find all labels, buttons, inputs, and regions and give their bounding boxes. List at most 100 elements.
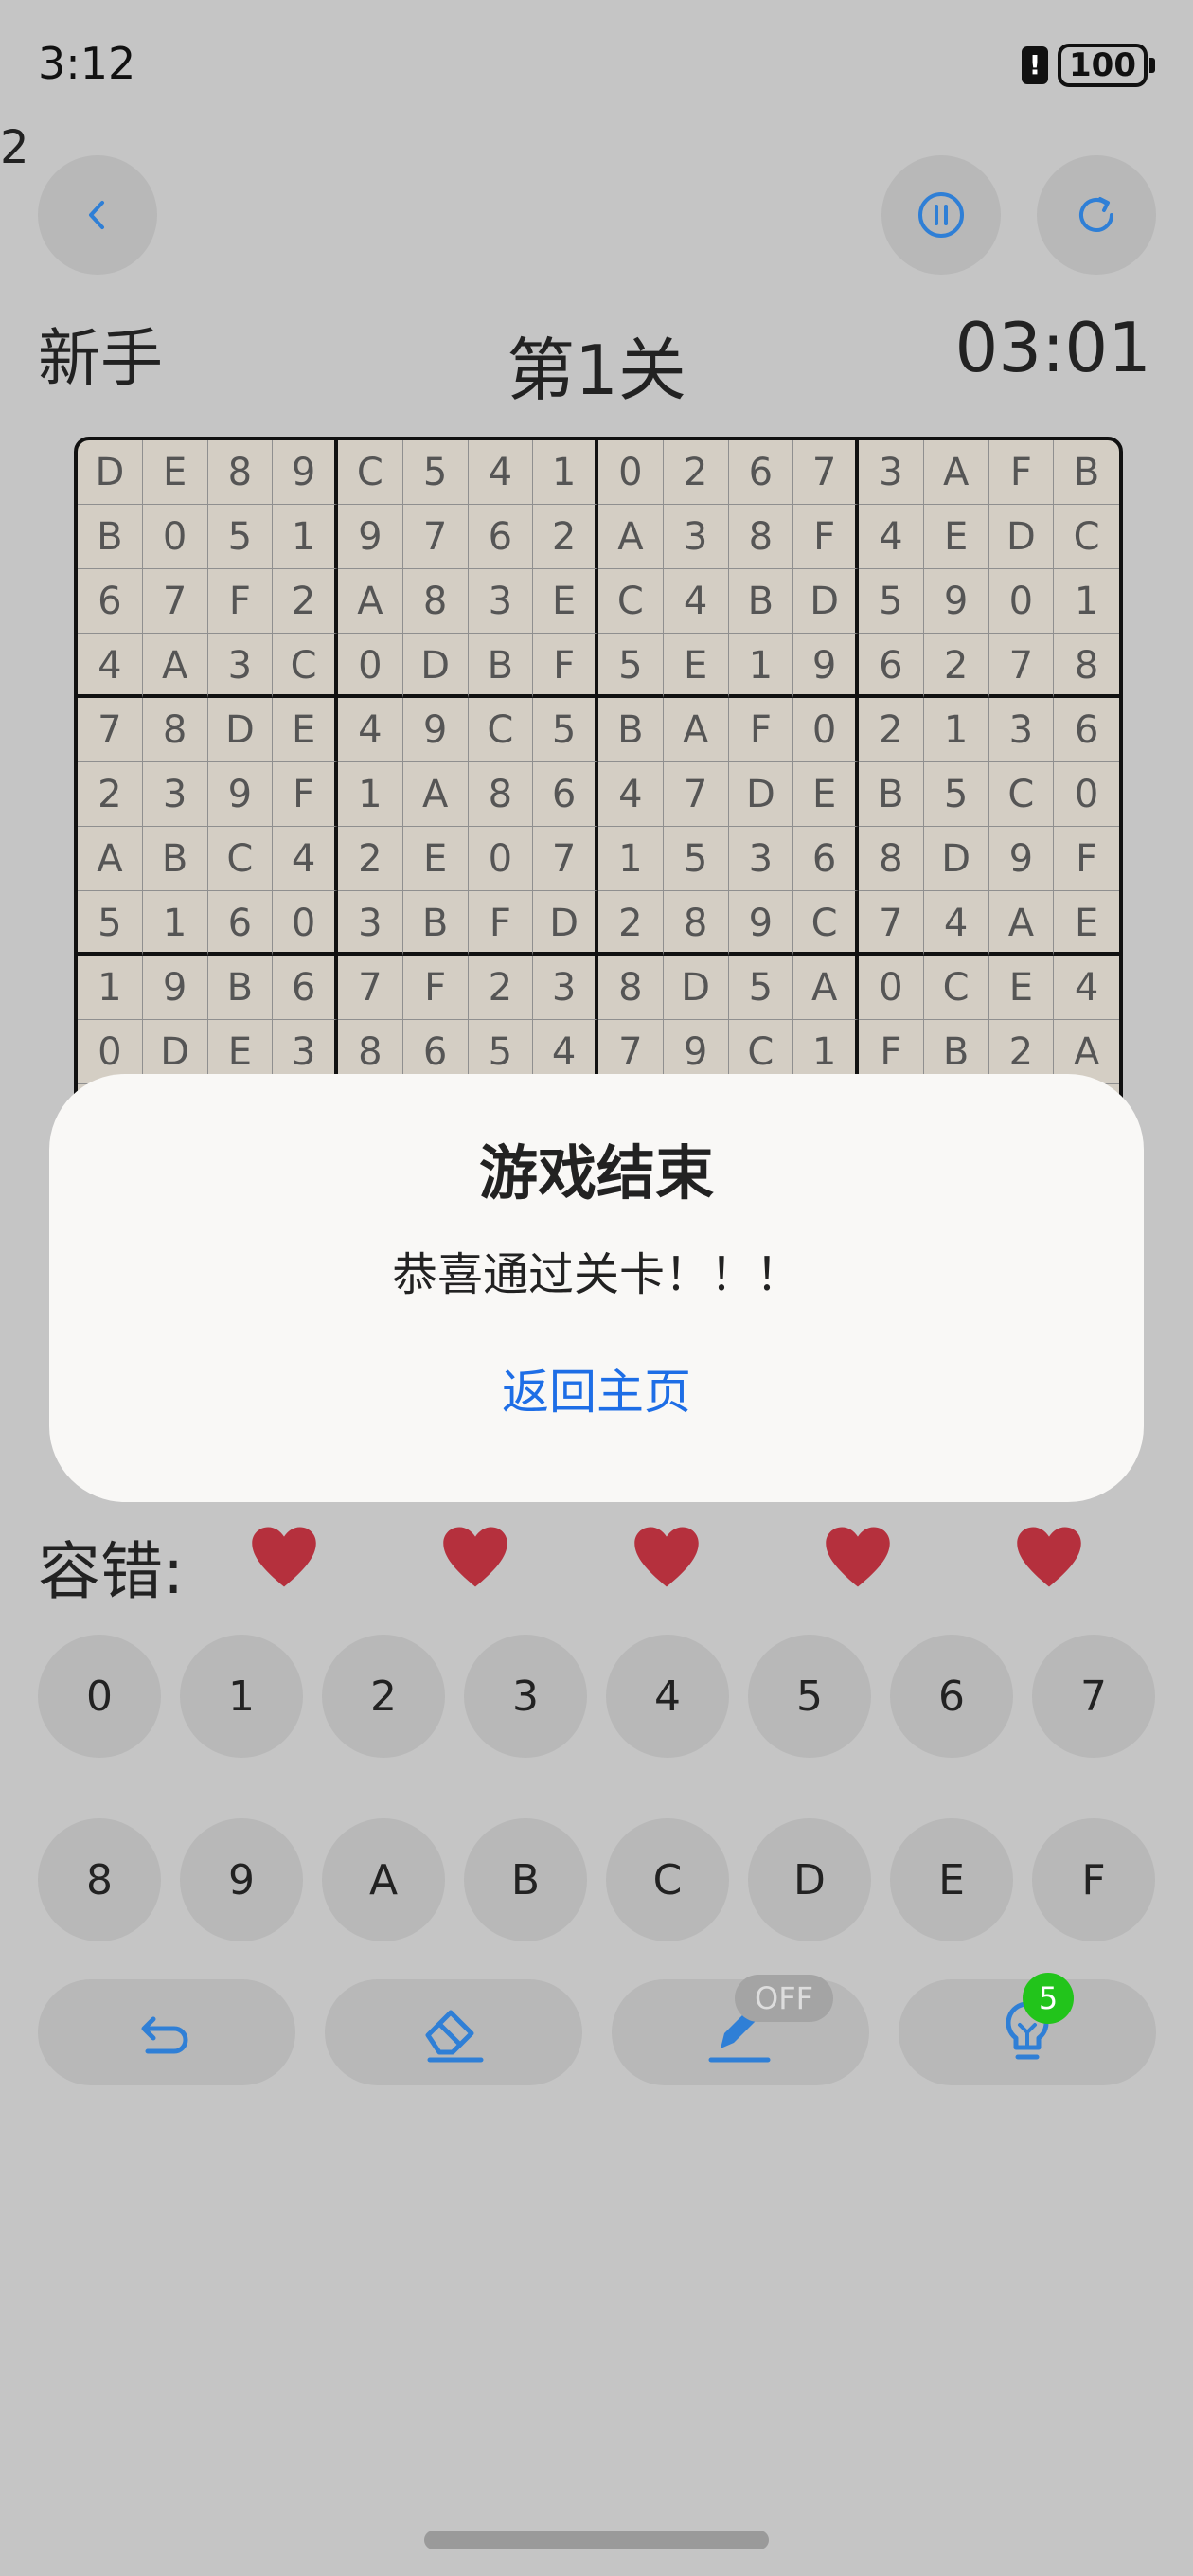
board-cell[interactable]: 5 <box>923 762 989 827</box>
board-cell[interactable]: 4 <box>273 827 338 891</box>
key-e[interactable]: E <box>890 1818 1013 1941</box>
board-cell[interactable]: C <box>468 698 534 762</box>
board-cell[interactable]: 1 <box>923 698 989 762</box>
board-cell[interactable]: 8 <box>598 956 664 1020</box>
board-cell[interactable]: 9 <box>988 827 1055 891</box>
board-cell[interactable]: 1 <box>1054 569 1119 634</box>
board-cell[interactable]: 9 <box>207 762 274 827</box>
board-cell[interactable]: 1 <box>533 440 598 505</box>
board-cell[interactable]: F <box>533 634 598 698</box>
board-cell[interactable]: 5 <box>598 634 664 698</box>
board-cell[interactable]: B <box>598 698 664 762</box>
board-cell[interactable]: B <box>728 569 794 634</box>
board-cell[interactable]: C <box>338 440 403 505</box>
board-cell[interactable]: 4 <box>923 891 989 956</box>
board-cell[interactable]: A <box>142 634 208 698</box>
key-2[interactable]: 2 <box>322 1635 445 1758</box>
board-cell[interactable]: 9 <box>402 698 469 762</box>
return-home-button[interactable]: 返回主页 <box>49 1354 1144 1422</box>
board-cell[interactable]: 7 <box>402 505 469 569</box>
board-cell[interactable]: A <box>663 698 729 762</box>
board-cell[interactable]: B <box>402 891 469 956</box>
board-cell[interactable]: B <box>468 634 534 698</box>
board-cell[interactable]: F <box>728 698 794 762</box>
board-cell[interactable]: E <box>533 569 598 634</box>
board-cell[interactable]: A <box>793 956 859 1020</box>
board-cell[interactable]: 2 <box>859 698 924 762</box>
board-cell[interactable]: C <box>988 762 1055 827</box>
board-cell[interactable]: B <box>207 956 274 1020</box>
board-cell[interactable]: 8 <box>468 762 534 827</box>
board-cell[interactable]: C <box>207 827 274 891</box>
board-cell[interactable]: 9 <box>728 891 794 956</box>
board-cell[interactable]: 0 <box>142 505 208 569</box>
board-cell[interactable]: 6 <box>859 634 924 698</box>
board-cell[interactable]: 2 <box>533 505 598 569</box>
board-cell[interactable]: 7 <box>78 698 143 762</box>
key-d[interactable]: D <box>748 1818 871 1941</box>
board-cell[interactable]: F <box>793 505 859 569</box>
board-cell[interactable]: D <box>533 891 598 956</box>
board-cell[interactable]: F <box>988 440 1055 505</box>
board-cell[interactable]: 5 <box>78 891 143 956</box>
board-cell[interactable]: F <box>402 956 469 1020</box>
key-3[interactable]: 3 <box>464 1635 587 1758</box>
board-cell[interactable]: 3 <box>859 440 924 505</box>
board-cell[interactable]: 0 <box>273 891 338 956</box>
board-cell[interactable]: E <box>402 827 469 891</box>
board-cell[interactable]: 8 <box>663 891 729 956</box>
board-cell[interactable]: 2 <box>468 956 534 1020</box>
board-cell[interactable]: A <box>78 827 143 891</box>
board-cell[interactable]: 3 <box>728 827 794 891</box>
pause-button[interactable] <box>881 155 1001 275</box>
board-cell[interactable]: 1 <box>142 891 208 956</box>
board-cell[interactable]: B <box>1054 440 1119 505</box>
board-cell[interactable]: D <box>78 440 143 505</box>
key-c[interactable]: C <box>606 1818 729 1941</box>
board-cell[interactable]: 6 <box>468 505 534 569</box>
board-cell[interactable]: D <box>663 956 729 1020</box>
board-cell[interactable]: 6 <box>1054 698 1119 762</box>
board-cell[interactable]: F <box>468 891 534 956</box>
board-cell[interactable]: D <box>793 569 859 634</box>
board-cell[interactable]: 9 <box>338 505 403 569</box>
board-cell[interactable]: 8 <box>402 569 469 634</box>
board-cell[interactable]: 0 <box>1054 762 1119 827</box>
board-cell[interactable]: C <box>273 634 338 698</box>
board-cell[interactable]: 0 <box>338 634 403 698</box>
key-b[interactable]: B <box>464 1818 587 1941</box>
board-cell[interactable]: 0 <box>988 569 1055 634</box>
board-cell[interactable]: 6 <box>793 827 859 891</box>
board-cell[interactable]: A <box>338 569 403 634</box>
board-cell[interactable]: E <box>793 762 859 827</box>
board-cell[interactable]: 5 <box>402 440 469 505</box>
board-cell[interactable]: A <box>402 762 469 827</box>
board-cell[interactable]: 7 <box>338 956 403 1020</box>
key-5[interactable]: 5 <box>748 1635 871 1758</box>
board-cell[interactable]: 2 <box>78 762 143 827</box>
board-cell[interactable]: 0 <box>859 956 924 1020</box>
board-cell[interactable]: D <box>728 762 794 827</box>
board-cell[interactable]: 1 <box>338 762 403 827</box>
board-cell[interactable]: 1 <box>273 505 338 569</box>
board-cell[interactable]: F <box>207 569 274 634</box>
key-8[interactable]: 8 <box>38 1818 161 1941</box>
board-cell[interactable]: A <box>923 440 989 505</box>
board-cell[interactable]: 4 <box>1054 956 1119 1020</box>
board-cell[interactable]: 7 <box>663 762 729 827</box>
undo-button[interactable] <box>38 1979 295 2085</box>
board-cell[interactable]: 5 <box>728 956 794 1020</box>
board-cell[interactable]: 1 <box>78 956 143 1020</box>
board-cell[interactable]: 2 <box>923 634 989 698</box>
board-cell[interactable]: 4 <box>598 762 664 827</box>
board-cell[interactable]: 8 <box>728 505 794 569</box>
board-cell[interactable]: E <box>923 505 989 569</box>
board-cell[interactable]: F <box>1054 827 1119 891</box>
board-cell[interactable]: 9 <box>273 440 338 505</box>
board-cell[interactable]: 4 <box>468 440 534 505</box>
board-cell[interactable]: 5 <box>859 569 924 634</box>
board-cell[interactable]: C <box>598 569 664 634</box>
board-cell[interactable]: A <box>988 891 1055 956</box>
board-cell[interactable]: 5 <box>533 698 598 762</box>
board-cell[interactable]: 5 <box>663 827 729 891</box>
